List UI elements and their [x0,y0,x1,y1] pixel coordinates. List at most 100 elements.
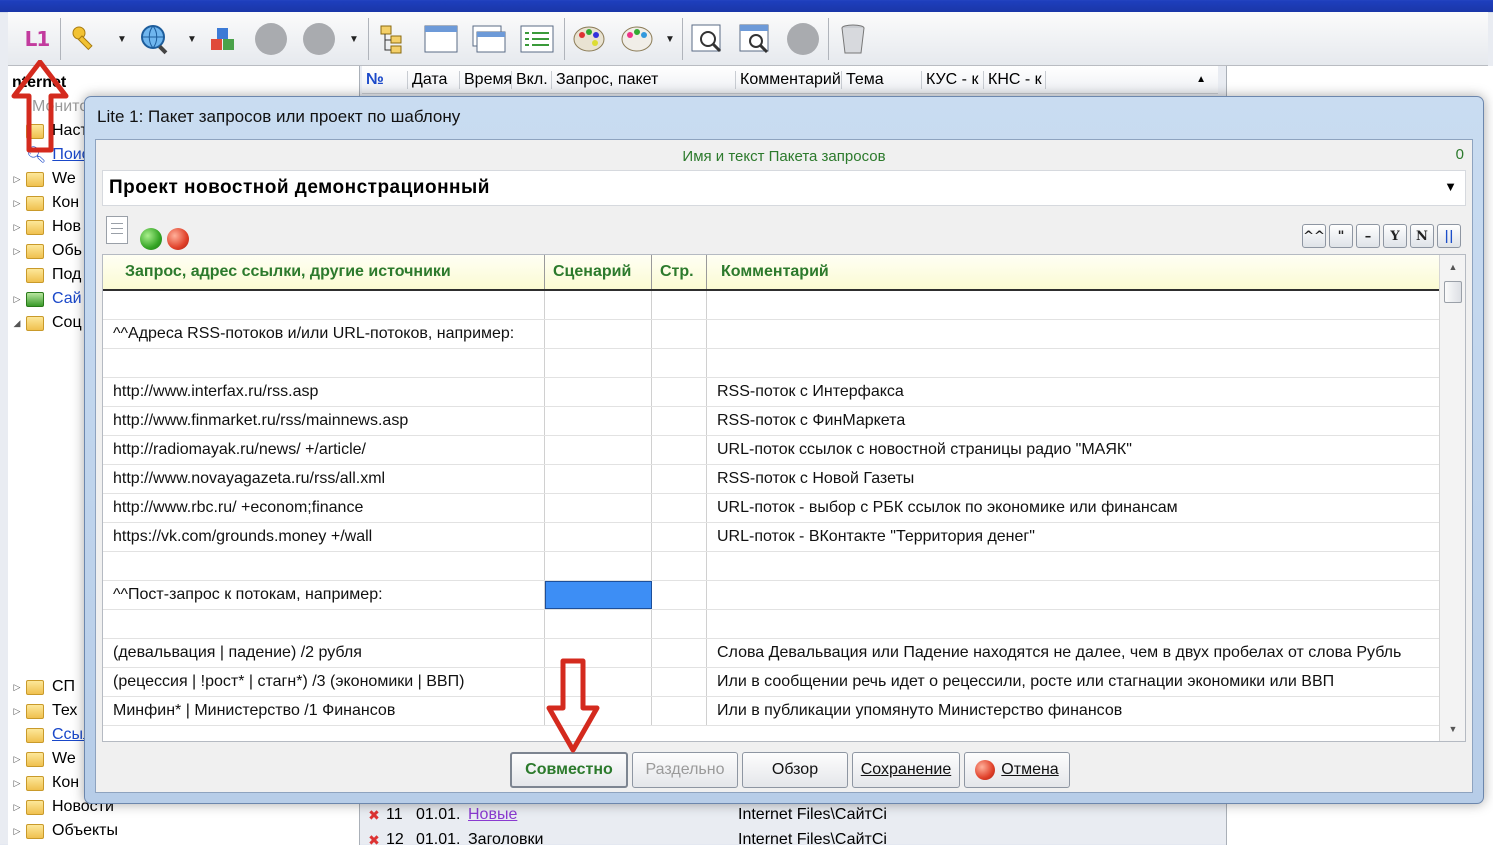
comment-cell[interactable] [707,291,1439,319]
query-cell[interactable]: http://www.interfax.ru/rss.asp [103,378,545,406]
grid-row[interactable] [103,552,1439,581]
tree-item[interactable]: ▷ Объекты [8,820,360,842]
grid-row[interactable] [103,610,1439,639]
page-cell[interactable] [652,349,707,377]
query-cell[interactable]: ^^Пост-запрос к потокам, например: [103,581,545,609]
gray-circle-icon[interactable] [300,20,338,58]
column-header-comment[interactable]: Комментарий [736,70,842,89]
query-cell[interactable] [103,349,545,377]
page-cell[interactable] [652,320,707,348]
chevron-down-icon[interactable]: ▼ [348,34,360,46]
grid-row[interactable]: ^^Адреса RSS-потоков и/или URL-потоков, … [103,320,1439,349]
query-cell[interactable] [103,610,545,638]
scenario-cell[interactable] [545,436,652,464]
page-cell[interactable] [652,494,707,522]
comment-cell[interactable]: URL-поток ссылок с новостной страницы ра… [707,436,1439,464]
query-cell[interactable]: http://radiomayak.ru/news/ +/article/ [103,436,545,464]
column-header-query[interactable]: Запрос, пакет [552,70,736,89]
comment-cell[interactable]: RSS-поток с Новой Газеты [707,465,1439,493]
scenario-cell[interactable] [545,494,652,522]
page-cell[interactable] [652,523,707,551]
windows-icon[interactable] [470,20,508,58]
column-header-kus[interactable]: КУС - к [922,70,984,89]
scenario-cell[interactable] [545,349,652,377]
grid-row[interactable]: http://radiomayak.ru/news/ +/article/URL… [103,436,1439,465]
trash-icon[interactable] [834,20,872,58]
comment-cell[interactable] [707,552,1439,580]
key-icon[interactable] [66,20,104,58]
scenario-cell[interactable] [545,552,652,580]
red-circle-icon[interactable] [167,228,189,250]
green-circle-icon[interactable] [140,228,162,250]
column-header-kns[interactable]: КНС - к [984,70,1046,89]
query-cell[interactable]: ^^Адреса RSS-потоков и/или URL-потоков, … [103,320,545,348]
page-cell[interactable] [652,552,707,580]
scroll-up-icon[interactable]: ▲ [1192,74,1218,85]
y-button[interactable]: Y [1383,224,1407,248]
scroll-up-icon[interactable]: ▲ [1440,257,1465,277]
save-button[interactable]: Сохранение [852,752,960,788]
list-row[interactable]: ✖ 12 01.01. Заголовки Internet Files\Сай… [362,828,1192,845]
blocks-icon[interactable] [204,20,242,58]
page-cell[interactable] [652,610,707,638]
query-cell[interactable]: http://www.finmarket.ru/rss/mainnews.asp [103,407,545,435]
grid-row[interactable] [103,349,1439,378]
grid-row[interactable]: http://www.rbc.ru/ +econom;finance URL-по… [103,494,1439,523]
column-header-page[interactable]: Стр. [652,255,707,289]
page-cell[interactable] [652,697,707,725]
column-header-scenario[interactable]: Сценарий [545,255,652,289]
column-header-query[interactable]: Запрос, адрес ссылки, другие источники [103,255,545,289]
comment-cell[interactable] [707,320,1439,348]
grid-row[interactable]: Минфин* | Министерство /1 Финансов Или в … [103,697,1439,726]
page-cell[interactable] [652,668,707,696]
globe-search-icon[interactable] [136,20,174,58]
column-header-comment[interactable]: Комментарий [707,255,1439,289]
separate-button[interactable]: Раздельно [632,752,738,788]
query-cell[interactable] [103,291,545,319]
comment-cell[interactable] [707,581,1439,609]
comment-cell[interactable]: RSS-поток с Интерфакса [707,378,1439,406]
browse-button[interactable]: Обзор [742,752,848,788]
chevron-down-icon[interactable]: ▼ [116,34,128,46]
scrollbar-thumb[interactable] [1444,281,1462,303]
list-row[interactable]: ✖ 11 01.01. Новые Internet Files\СайтСі [362,803,1192,827]
comment-cell[interactable]: URL-поток - ВКонтакте "Территория денег" [707,523,1439,551]
calendar-zoom-icon[interactable] [736,20,774,58]
column-header-time[interactable]: Время [460,70,512,89]
grid-row[interactable]: (девальвация | падение) /2 рубля Слова Де… [103,639,1439,668]
row-query[interactable]: Заголовки [468,831,738,845]
row-query-link[interactable]: Новые [468,806,738,824]
scenario-cell[interactable] [545,465,652,493]
query-cell[interactable] [103,552,545,580]
comment-cell[interactable]: URL-поток - выбор с РБК ссылок по эконом… [707,494,1439,522]
grid-row[interactable]: http://www.novayagazeta.ru/rss/all.xml RS… [103,465,1439,494]
grid-row[interactable]: http://www.interfax.ru/rss.asp RSS-поток … [103,378,1439,407]
n-button[interactable]: N [1410,224,1434,248]
scenario-cell[interactable] [545,581,652,609]
gray-circle-icon[interactable] [784,20,822,58]
page-cell[interactable] [652,436,707,464]
pause-button[interactable]: || [1437,224,1461,248]
query-cell[interactable]: (рецессия | !рост* | стагн*) /3 (экономи… [103,668,545,696]
chevron-down-icon[interactable]: ▼ [186,34,198,46]
grid-row[interactable]: http://www.finmarket.ru/rss/mainnews.asp… [103,407,1439,436]
palette-icon[interactable] [618,20,656,58]
grid-row[interactable]: ^^Пост-запрос к потокам, например: [103,581,1439,610]
vertical-scrollbar[interactable]: ▲ ▼ [1439,255,1465,741]
query-cell[interactable]: https://vk.com/grounds.money +/wall [103,523,545,551]
page-cell[interactable] [652,291,707,319]
together-button[interactable]: Совместно [510,752,628,788]
page-cell[interactable] [652,465,707,493]
document-icon[interactable] [106,216,128,244]
quote-button[interactable]: " [1329,224,1353,248]
cancel-button[interactable]: Отмена [964,752,1070,788]
chevron-down-icon[interactable]: ▼ [1444,179,1457,194]
caret-button[interactable]: ^^ [1302,224,1326,248]
scenario-cell[interactable] [545,610,652,638]
column-header-enabled[interactable]: Вкл. [512,70,552,89]
page-cell[interactable] [652,378,707,406]
grid-row[interactable] [103,291,1439,320]
column-header-date[interactable]: Дата [408,70,460,89]
scenario-cell[interactable] [545,523,652,551]
query-cell[interactable]: http://www.rbc.ru/ +econom;finance [103,494,545,522]
